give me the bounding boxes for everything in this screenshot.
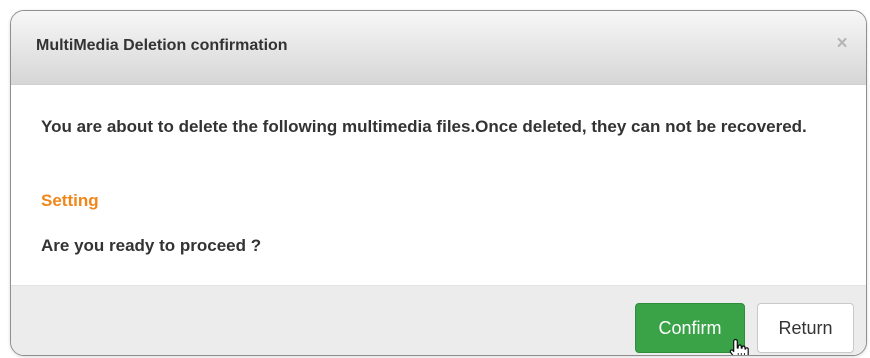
dialog-title: MultiMedia Deletion confirmation xyxy=(36,37,288,54)
deletion-confirmation-dialog: MultiMedia Deletion confirmation × You a… xyxy=(10,10,867,356)
return-button[interactable]: Return xyxy=(757,303,854,353)
proceed-question: Are you ready to proceed ? xyxy=(41,236,262,255)
media-item-name: Setting xyxy=(41,191,99,210)
dialog-header: MultiMedia Deletion confirmation × xyxy=(11,11,866,85)
dialog-body: You are about to delete the following mu… xyxy=(11,85,866,285)
confirm-button[interactable]: Confirm xyxy=(635,303,745,353)
deletion-warning-message: You are about to delete the following mu… xyxy=(41,117,807,136)
close-icon[interactable]: × xyxy=(831,33,853,55)
dialog-footer: Confirm Return xyxy=(11,285,866,355)
